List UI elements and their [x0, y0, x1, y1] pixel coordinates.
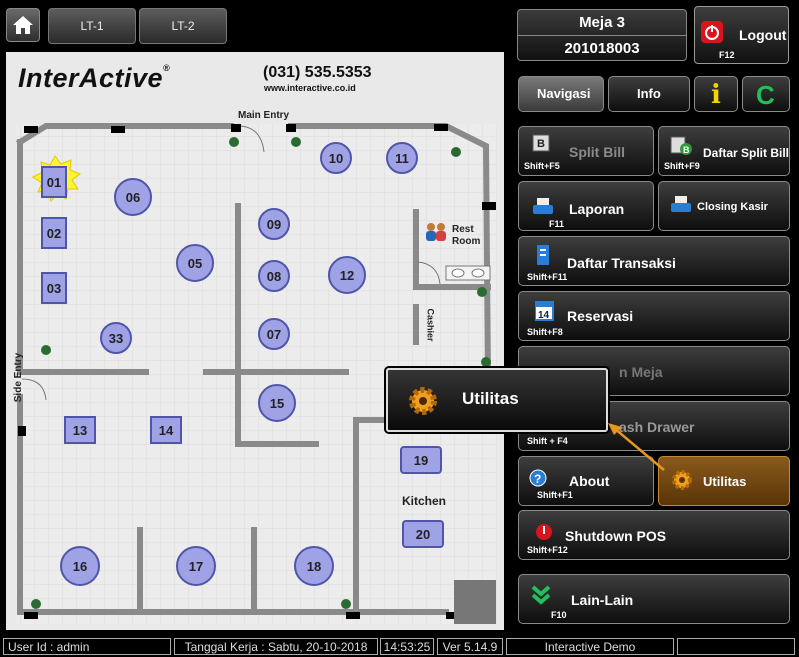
- table-02[interactable]: 02: [41, 217, 67, 249]
- side-entry-label: Side Entry: [13, 352, 25, 403]
- svg-text:B: B: [683, 145, 690, 155]
- utilitas-button[interactable]: Utilitas: [658, 456, 790, 506]
- table-09[interactable]: 09: [258, 208, 290, 240]
- split-list-icon: B: [670, 136, 692, 155]
- power-icon: [701, 21, 723, 43]
- order-number: 201018003: [564, 40, 640, 57]
- gear-icon: [409, 387, 437, 415]
- table-33[interactable]: 33: [100, 322, 132, 354]
- tab-navigasi[interactable]: Navigasi: [518, 76, 604, 112]
- calendar-icon: 14: [535, 301, 554, 321]
- table-16[interactable]: 16: [60, 546, 100, 586]
- table-03[interactable]: 03: [41, 272, 67, 304]
- brand-website: www.interactive.co.id: [264, 83, 356, 93]
- rest-room-label-2: Room: [452, 236, 481, 247]
- table-08[interactable]: 08: [258, 260, 290, 292]
- tab-lt-2[interactable]: LT-2: [139, 8, 227, 44]
- status-company: Interactive Demo: [506, 638, 674, 655]
- popup-label: Utilitas: [462, 389, 519, 408]
- c-button[interactable]: C: [742, 76, 790, 112]
- table-06[interactable]: 06: [114, 178, 152, 216]
- table-12[interactable]: 12: [328, 256, 366, 294]
- logout-label: Logout: [739, 27, 787, 43]
- home-button[interactable]: [6, 8, 40, 42]
- table-17[interactable]: 17: [176, 546, 216, 586]
- current-table-box: Meja 3 201018003: [517, 9, 687, 61]
- daftar-split-bill-button[interactable]: B Daftar Split Bill Shift+F9: [658, 126, 790, 176]
- reservasi-button[interactable]: 14 Reservasi Shift+F8: [518, 291, 790, 341]
- table-title: Meja 3: [579, 14, 625, 31]
- table-14[interactable]: 14: [150, 416, 182, 444]
- split-bill-button[interactable]: B Split Bill Shift+F5: [518, 126, 654, 176]
- table-10[interactable]: 10: [320, 142, 352, 174]
- status-time: 14:53:25: [380, 638, 434, 655]
- floor-plan: InterActive® (031) 535.5353 www.interact…: [6, 52, 504, 630]
- main-entry-label: Main Entry: [238, 110, 290, 121]
- callout-arrow: [608, 423, 665, 471]
- table-11[interactable]: 11: [386, 142, 418, 174]
- home-icon: [13, 16, 33, 34]
- table-18[interactable]: 18: [294, 546, 334, 586]
- brand-phone: (031) 535.5353: [263, 64, 372, 81]
- status-extra: [677, 638, 795, 655]
- table-01[interactable]: 01: [41, 166, 67, 198]
- tab-info[interactable]: Info: [608, 76, 690, 112]
- table-07[interactable]: 07: [258, 318, 290, 350]
- tab-lt-1[interactable]: LT-1: [48, 8, 136, 44]
- cashier-label: Cashier: [425, 308, 436, 342]
- kitchen-label: Kitchen: [402, 494, 447, 508]
- daftar-transaksi-button[interactable]: Daftar Transaksi Shift+F11: [518, 236, 790, 286]
- receipt-icon: [537, 245, 549, 265]
- cash-register-icon: [671, 196, 691, 212]
- table-15[interactable]: 15: [258, 384, 296, 422]
- lain-lain-button[interactable]: Lain-Lain F10: [518, 574, 790, 624]
- closing-kasir-button[interactable]: Closing Kasir: [658, 181, 790, 231]
- table-13[interactable]: 13: [64, 416, 96, 444]
- chevron-down-icon: [531, 585, 551, 605]
- brand-logo: InterActive®: [18, 63, 171, 93]
- split-bill-icon: B: [532, 134, 550, 152]
- laporan-button[interactable]: Laporan F11: [518, 181, 654, 231]
- gear-icon: [672, 470, 692, 490]
- svg-text:B: B: [537, 138, 545, 150]
- table-20[interactable]: 20: [402, 520, 444, 548]
- printer-icon: [533, 198, 553, 214]
- logout-button[interactable]: Logout F12: [694, 6, 789, 64]
- stop-icon: [536, 524, 552, 540]
- status-user: User Id : admin: [3, 638, 171, 655]
- status-work-date: Tanggal Kerja : Sabtu, 20-10-2018: [174, 638, 378, 655]
- svg-text:14: 14: [538, 310, 550, 321]
- table-19[interactable]: 19: [400, 446, 442, 474]
- svg-text:?: ?: [534, 472, 541, 486]
- shutdown-button[interactable]: Shutdown POS Shift+F12: [518, 510, 790, 560]
- status-version: Ver 5.14.9: [437, 638, 503, 655]
- rest-room-label-1: Rest: [452, 224, 474, 235]
- help-icon: ?: [529, 469, 547, 487]
- info-i-button[interactable]: i: [694, 76, 738, 112]
- table-05[interactable]: 05: [176, 244, 214, 282]
- restroom-icon: [426, 223, 446, 241]
- utilitas-popup: Utilitas: [386, 368, 608, 432]
- logout-key: F12: [719, 50, 735, 60]
